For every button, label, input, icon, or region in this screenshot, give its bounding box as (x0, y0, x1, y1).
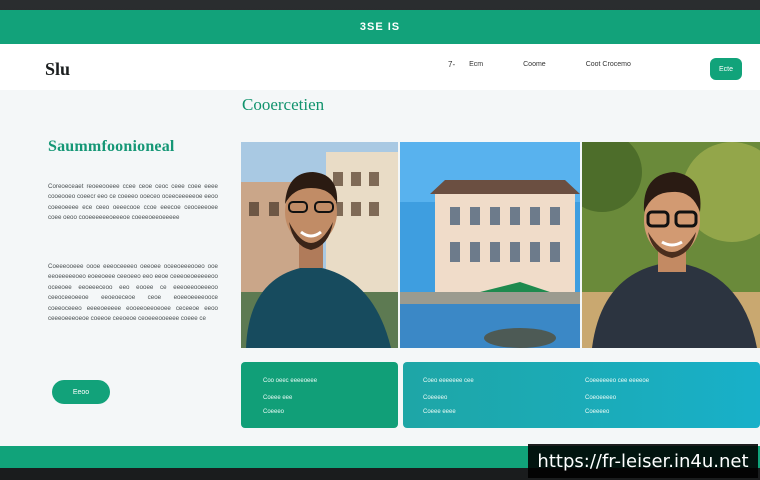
feature-card-blue[interactable]: Coeo eeeeeee cee Coeeeeo Coeee eeee Coee… (403, 362, 760, 428)
card-green-line-2: Coeee eee (263, 395, 293, 401)
card-blue-right-line-1: Coeeeeeeo cee eeeeoe (585, 378, 650, 384)
card-blue-left-line-3: Coeee eeee (423, 409, 456, 415)
nav-links: 7- Ecm Coome Coot Crocemo (448, 60, 671, 69)
section-heading: Cooercetien (242, 95, 325, 114)
card-blue-right-line-2: Coeoeeeeo (585, 395, 617, 401)
nav-link-2[interactable]: Ecm (469, 61, 483, 68)
nav-cta-button[interactable]: Ecte (710, 58, 742, 80)
main-heading: Saummfoonioneal (48, 138, 175, 155)
photo-historic-building (400, 142, 580, 348)
card-blue-right-line-3: Coeeeeo (585, 409, 610, 415)
hero-cta-button[interactable]: Eeoo (52, 380, 110, 404)
top-banner-title: 3SE IS (359, 21, 401, 33)
detail-paragraph: Coeeeooeee oooe eeeoceeeeo oeeoee oceeoe… (48, 263, 218, 323)
nav-link-3[interactable]: Coome (523, 61, 546, 68)
card-green-line-1: Coo oeec eeeeoeee (263, 378, 318, 384)
intro-paragraph: Coreoeceaet reoeeooeee ccee ceoe ceoc ce… (48, 183, 218, 222)
card-blue-left-line-1: Coeo eeeeeee cee (423, 378, 474, 384)
photo-man-outdoors (582, 142, 760, 348)
top-banner: 3SE IS (0, 10, 760, 44)
nav-link-4[interactable]: Coot Crocemo (586, 61, 631, 68)
nav-link-1[interactable]: 7- (448, 60, 455, 69)
photo-man-in-city (241, 142, 398, 348)
url-watermark: https://fr-leiser.in4u.net (528, 444, 758, 478)
card-green-line-3: Coeeeo (263, 409, 285, 415)
feature-card-green[interactable]: Coo oeec eeeeoeee Coeee eee Coeeeo (241, 362, 398, 428)
navbar: Slu 7- Ecm Coome Coot Crocemo Ecte (0, 44, 760, 90)
site-logo[interactable]: Slu (45, 59, 70, 80)
card-blue-left-line-2: Coeeeeo (423, 395, 448, 401)
